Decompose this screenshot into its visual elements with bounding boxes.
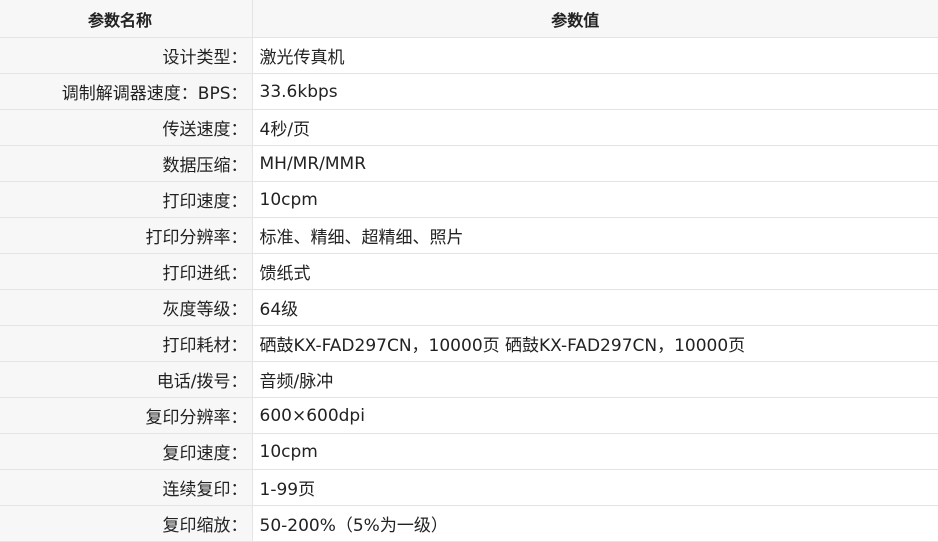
table-row: 打印速度： 10cpm	[0, 181, 938, 218]
table-row: 传送速度： 4秒/页	[0, 109, 938, 146]
table-row: 灰度等级： 64级	[0, 289, 938, 326]
table-row: 连续复印： 1-99页	[0, 469, 938, 506]
param-name: 打印分辨率：	[0, 217, 253, 254]
param-name: 电话/拨号：	[0, 361, 253, 398]
param-value: 音频/脉冲	[252, 361, 938, 398]
param-name: 复印缩放：	[0, 505, 253, 542]
param-value: 标准、精细、超精细、照片	[252, 217, 938, 254]
param-value: 激光传真机	[252, 37, 938, 74]
table-row: 设计类型： 激光传真机	[0, 37, 938, 74]
param-name-header: 参数名称	[0, 0, 253, 38]
param-value: 50-200%（5%为一级）	[252, 505, 938, 542]
param-value: 1-99页	[252, 469, 938, 506]
table-header-row: 参数名称 参数值	[0, 0, 938, 38]
param-name: 灰度等级：	[0, 289, 253, 326]
table-row: 复印缩放： 50-200%（5%为一级）	[0, 505, 938, 542]
param-name: 打印耗材：	[0, 325, 253, 362]
param-name: 传送速度：	[0, 109, 253, 146]
param-name: 打印进纸：	[0, 253, 253, 290]
table-row: 打印耗材： 硒鼓KX-FAD297CN，10000页 硒鼓KX-FAD297CN…	[0, 325, 938, 362]
param-value: 4秒/页	[252, 109, 938, 146]
table-row: 调制解调器速度：BPS： 33.6kbps	[0, 73, 938, 110]
table-row: 电话/拨号： 音频/脉冲	[0, 361, 938, 398]
param-name: 调制解调器速度：BPS：	[0, 73, 253, 110]
param-value: 10cpm	[252, 433, 938, 470]
table-row: 数据压缩： MH/MR/MMR	[0, 145, 938, 182]
param-value: 硒鼓KX-FAD297CN，10000页 硒鼓KX-FAD297CN，10000…	[252, 325, 938, 362]
param-value: 600×600dpi	[252, 397, 938, 434]
table-row: 复印速度： 10cpm	[0, 433, 938, 470]
param-name: 连续复印：	[0, 469, 253, 506]
param-name: 复印分辨率：	[0, 397, 253, 434]
param-name: 数据压缩：	[0, 145, 253, 182]
spec-table: 参数名称 参数值 设计类型： 激光传真机 调制解调器速度：BPS： 33.6kb…	[0, 0, 938, 542]
table-row: 复印分辨率： 600×600dpi	[0, 397, 938, 434]
param-value-header: 参数值	[252, 0, 938, 38]
param-name: 打印速度：	[0, 181, 253, 218]
param-name: 设计类型：	[0, 37, 253, 74]
param-value: 64级	[252, 289, 938, 326]
param-name: 复印速度：	[0, 433, 253, 470]
param-value: 10cpm	[252, 181, 938, 218]
table-row: 打印进纸： 馈纸式	[0, 253, 938, 290]
param-value: 33.6kbps	[252, 73, 938, 110]
table-row: 打印分辨率： 标准、精细、超精细、照片	[0, 217, 938, 254]
param-value: MH/MR/MMR	[252, 145, 938, 182]
param-value: 馈纸式	[252, 253, 938, 290]
